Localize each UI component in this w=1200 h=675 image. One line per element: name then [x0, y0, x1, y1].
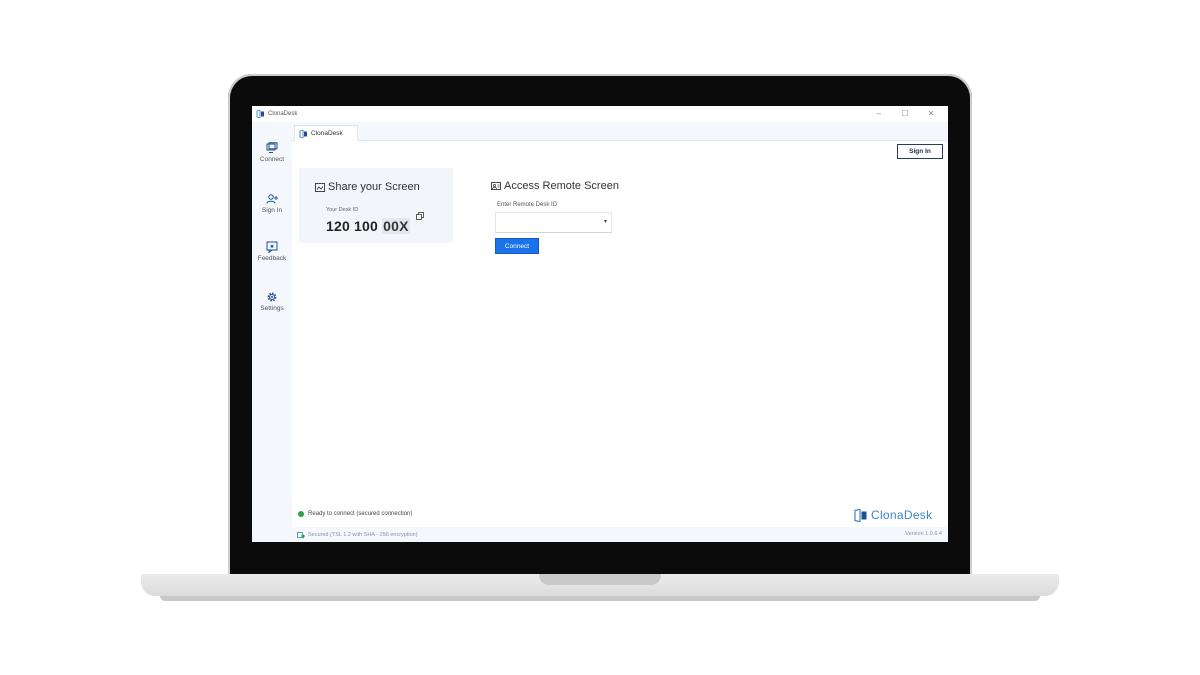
sidebar-item-feedback[interactable]: Feedback	[252, 241, 292, 262]
status-row: Ready to connect (secured connection)	[298, 511, 412, 517]
desk-id-value: 120 100 00X	[326, 218, 410, 234]
brand-logo: ClonaDesk	[854, 508, 932, 522]
share-screen-card: Share your Screen Your Desk ID 120 100 0…	[299, 168, 453, 243]
tab-label: ClonaDesk	[311, 130, 343, 137]
connect-button[interactable]: Connect	[495, 238, 539, 254]
laptop-base-shadow	[160, 596, 1040, 601]
secured-info: Secured (TSL 1.2 with SHA - 256 encrypti…	[297, 531, 418, 539]
close-button[interactable]: ✕	[918, 108, 944, 120]
title-bar: ClonaDesk – ☐ ✕	[252, 106, 948, 122]
share-screen-title-text: Share your Screen	[328, 181, 420, 193]
copy-icon[interactable]	[416, 212, 424, 220]
window-controls: – ☐ ✕	[866, 108, 944, 120]
sidebar: Connect Sign In Feedback Settings	[252, 122, 292, 542]
sidebar-item-label: Connect	[259, 156, 285, 163]
share-screen-title: Share your Screen	[315, 181, 420, 193]
sidebar-item-label: Settings	[260, 305, 284, 312]
sidebar-item-label: Feedback	[257, 255, 287, 262]
clonadesk-logo-icon	[854, 508, 867, 522]
sidebar-item-connect[interactable]: Connect	[252, 142, 292, 163]
tab-strip: ClonaDesk	[292, 122, 948, 141]
access-remote-title-text: Access Remote Screen	[504, 180, 619, 192]
main-content: Sign In Share your Screen Your Desk ID 1…	[292, 141, 948, 508]
tab-clonadesk[interactable]: ClonaDesk	[294, 125, 358, 141]
status-dot-icon	[298, 511, 304, 517]
laptop-notch	[539, 574, 661, 585]
window-title: ClonaDesk	[268, 111, 298, 117]
secure-shield-icon	[297, 531, 305, 538]
minimize-button[interactable]: –	[866, 108, 892, 120]
remote-desk-id-label: Enter Remote Desk ID	[497, 202, 558, 208]
remote-screen-icon	[491, 181, 501, 190]
clonadesk-logo-icon	[299, 129, 307, 138]
gear-icon	[267, 292, 277, 302]
feedback-icon	[266, 241, 278, 253]
sidebar-item-settings[interactable]: Settings	[252, 291, 292, 312]
sidebar-item-label: Sign In	[261, 207, 283, 214]
user-add-icon	[266, 194, 278, 204]
brand-name: ClonaDesk	[871, 508, 933, 522]
version-label: Version 1.0.6.4	[905, 531, 942, 537]
desk-id-prefix: 120 100	[326, 218, 383, 234]
sign-in-button[interactable]: Sign In	[897, 144, 943, 159]
footer-bar: Secured (TSL 1.2 with SHA - 256 encrypti…	[292, 527, 948, 542]
dropdown-arrow-icon[interactable]: ▾	[604, 218, 607, 225]
clonadesk-logo-icon	[256, 110, 265, 118]
monitor-icon	[266, 142, 278, 153]
screen-share-icon	[315, 182, 325, 192]
status-text: Ready to connect (secured connection)	[308, 511, 413, 517]
remote-desk-id-input[interactable]: ▾	[495, 212, 612, 233]
maximize-button[interactable]: ☐	[892, 108, 918, 120]
access-remote-title: Access Remote Screen	[491, 180, 619, 192]
desk-id-label: Your Desk ID	[326, 207, 359, 213]
sidebar-item-sign-in[interactable]: Sign In	[252, 193, 292, 214]
desk-id-masked: 00X	[382, 218, 410, 234]
secured-text: Secured (TSL 1.2 with SHA - 256 encrypti…	[308, 531, 418, 538]
app-window: ClonaDesk – ☐ ✕ Connect Sign In Feedback…	[252, 106, 948, 542]
